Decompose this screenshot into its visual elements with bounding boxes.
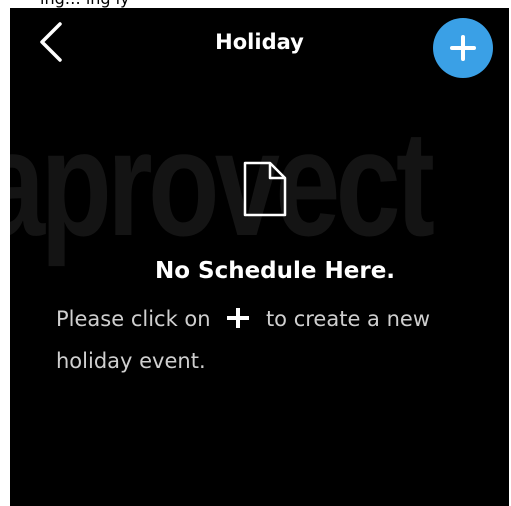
empty-state-title: No Schedule Here. bbox=[154, 258, 396, 284]
document-icon bbox=[243, 161, 287, 217]
plus-icon bbox=[450, 35, 476, 61]
top-strip: ing… ing ly bbox=[0, 0, 511, 8]
empty-desc-before: Please click on bbox=[56, 307, 211, 331]
inline-plus-icon bbox=[227, 308, 250, 328]
add-holiday-button[interactable] bbox=[433, 18, 493, 78]
watermark-text: aprovect bbox=[10, 108, 435, 267]
empty-state-description: Please click on to create a new holiday … bbox=[56, 298, 486, 382]
holiday-screen: aprovect Holiday No Schedule Here. Pleas… bbox=[10, 8, 509, 506]
top-strip-text: ing… ing ly bbox=[40, 0, 130, 8]
